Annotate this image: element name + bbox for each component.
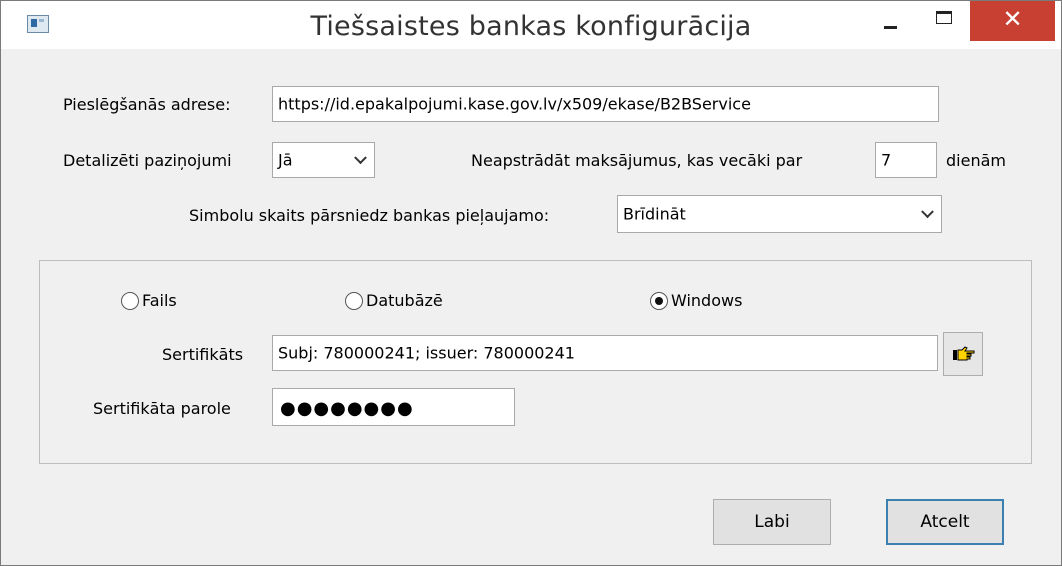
symbols-exceed-label: Simbolu skaits pārsniedz bankas pieļauja… bbox=[189, 206, 550, 225]
address-input[interactable]: https://id.epakalpojumi.kase.gov.lv/x509… bbox=[272, 86, 939, 122]
detailed-notifications-value: Jā bbox=[278, 150, 293, 170]
certificate-password-input[interactable]: ●●●●●●●● bbox=[272, 388, 515, 426]
pointing-hand-icon bbox=[953, 346, 975, 361]
cancel-button[interactable]: Atcelt bbox=[886, 499, 1004, 545]
symbols-exceed-value: Brīdināt bbox=[623, 204, 686, 224]
symbols-exceed-select[interactable]: Brīdināt bbox=[617, 195, 942, 233]
certificate-input[interactable]: Subj: 780000241; issuer: 780000241 bbox=[272, 335, 938, 371]
certificate-password-label: Sertifikāta parole bbox=[93, 399, 231, 418]
days-unit-label: dienām bbox=[946, 151, 1006, 170]
certificate-value: Subj: 780000241; issuer: 780000241 bbox=[278, 343, 575, 363]
password-mask: ●●●●●●●● bbox=[280, 398, 414, 419]
radio-fails[interactable] bbox=[121, 292, 139, 310]
select-certificate-button[interactable] bbox=[943, 332, 983, 376]
maximize-button[interactable] bbox=[921, 1, 965, 41]
radio-windows-label[interactable]: Windows bbox=[671, 291, 742, 310]
dialog-window: Tiešsaistes bankas konfigurācija ✕ Piesl… bbox=[0, 0, 1062, 566]
minimize-button[interactable] bbox=[869, 1, 913, 41]
address-label: Pieslēgšanās adrese: bbox=[63, 95, 231, 114]
chevron-down-icon bbox=[354, 152, 368, 166]
radio-datubaze[interactable] bbox=[345, 292, 363, 310]
radio-fails-label[interactable]: Fails bbox=[142, 291, 177, 310]
old-payments-days-input[interactable]: 7 bbox=[875, 142, 937, 178]
certificate-label: Sertifikāts bbox=[162, 345, 244, 364]
title-bar[interactable]: Tiešsaistes bankas konfigurācija ✕ bbox=[1, 1, 1061, 49]
address-value: https://id.epakalpojumi.kase.gov.lv/x509… bbox=[278, 94, 751, 114]
minimize-icon bbox=[884, 26, 897, 29]
close-icon: ✕ bbox=[1002, 5, 1023, 33]
radio-datubaze-label[interactable]: Datubāzē bbox=[366, 291, 443, 310]
chevron-down-icon bbox=[921, 206, 935, 220]
maximize-icon bbox=[936, 11, 952, 24]
radio-windows[interactable] bbox=[650, 292, 668, 310]
detailed-notifications-select[interactable]: Jā bbox=[272, 142, 375, 178]
ok-button[interactable]: Labi bbox=[713, 499, 831, 545]
detailed-notifications-label: Detalizēti paziņojumi bbox=[63, 151, 232, 170]
old-payments-days-value: 7 bbox=[881, 150, 892, 170]
close-button[interactable]: ✕ bbox=[970, 1, 1055, 41]
old-payments-label: Neapstrādāt maksājumus, kas vecāki par bbox=[471, 151, 803, 170]
